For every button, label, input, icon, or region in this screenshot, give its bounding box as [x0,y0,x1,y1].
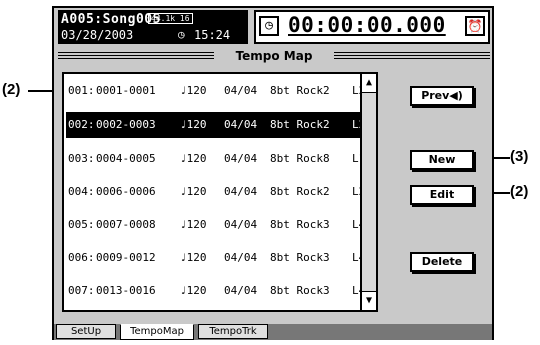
row-meter: 04/04 [224,152,258,165]
tempo-row[interactable]: 007: 0013-0016 ♩120 04/04 8bt Rock3 L4 [66,278,365,304]
row-index: 004: [68,185,95,198]
tab-setup[interactable]: SetUp [56,324,116,339]
time-counter-panel: ◷ 00:00:00.000 ⏰ [254,10,490,44]
title-left-lines [58,52,214,60]
title-bar: Tempo Map [58,48,490,65]
row-meter: 04/04 [224,284,258,297]
tempo-row[interactable]: 001: 0001-0001 ♩120 04/04 8bt Rock2 L2 [66,78,365,104]
time-counter: 00:00:00.000 [288,13,446,37]
song-info-panel: A005:Song005 44.1k 16 03/28/2003 ◷ 15:24 [58,10,248,44]
row-pattern: 8bt Rock2 [270,185,330,198]
tempo-row-selected[interactable]: 002: 0002-0003 ♩120 04/04 8bt Rock2 L2 [66,112,365,138]
tempo-row[interactable]: 006: 0009-0012 ♩120 04/04 8bt Rock3 L4 [66,245,365,271]
row-meter: 04/04 [224,251,258,264]
row-pattern: 8bt Rock2 [270,118,330,131]
song-name: A005:Song005 [61,12,161,27]
row-meter: 04/04 [224,218,258,231]
row-tempo: ♩120 [180,185,207,198]
tempo-map-list[interactable]: 001: 0001-0001 ♩120 04/04 8bt Rock2 L2 0… [62,72,378,312]
row-pattern: 8bt Rock3 [270,251,330,264]
row-tempo: ♩120 [180,218,207,231]
delete-button[interactable]: Delete [410,252,474,272]
row-measure-range: 0006-0006 [96,185,156,198]
counter-mode-icon[interactable]: ◷ [259,16,279,36]
row-tempo: ♩120 [180,152,207,165]
row-measure-range: 0007-0008 [96,218,156,231]
prev-button[interactable]: Prev◀) [410,86,474,106]
title-right-lines [334,52,490,60]
row-index: 001: [68,84,95,97]
row-index: 005: [68,218,95,231]
list-scrollbar[interactable]: ▲ ▼ [360,74,376,310]
row-meter: 04/04 [224,118,258,131]
row-meter: 04/04 [224,84,258,97]
row-index: 006: [68,251,95,264]
row-index: 003: [68,152,95,165]
song-time: 15:24 [194,28,231,42]
row-measure-range: 0002-0003 [96,118,156,131]
row-measure-range: 0009-0012 [96,251,156,264]
new-button[interactable]: New [410,150,474,170]
tab-tempotrk[interactable]: TempoTrk [198,324,268,339]
clock-icon: ◷ [178,28,185,41]
row-pattern: 8bt Rock3 [270,218,330,231]
row-pattern: 8bt Rock2 [270,84,330,97]
row-measure-range: 0004-0005 [96,152,156,165]
row-index: 002: [68,118,95,131]
page-tabs: SetUp TempoMap TempoTrk [54,324,492,340]
callout-edit: (2) [510,183,529,200]
callout-new: (3) [510,148,529,165]
tempo-row[interactable]: 004: 0006-0006 ♩120 04/04 8bt Rock2 L2 [66,179,365,205]
row-tempo: ♩120 [180,251,207,264]
row-pattern: 8bt Rock3 [270,284,330,297]
edit-button[interactable]: Edit [410,185,474,205]
tab-tempomap[interactable]: TempoMap [120,324,194,340]
scroll-down-arrow-icon[interactable]: ▼ [362,291,376,310]
format-badge: 44.1k 16 [148,13,193,24]
row-index: 007: [68,284,95,297]
row-tempo: ♩120 [180,118,207,131]
row-tempo: ♩120 [180,84,207,97]
row-meter: 04/04 [224,185,258,198]
row-measure-range: 0013-0016 [96,284,156,297]
scroll-up-arrow-icon[interactable]: ▲ [362,74,376,93]
tempo-row[interactable]: 005: 0007-0008 ♩120 04/04 8bt Rock3 L4 [66,212,365,238]
callout-list: (2) [2,81,21,98]
page-title: Tempo Map [235,49,313,63]
row-measure-range: 0001-0001 [96,84,156,97]
tempo-row[interactable]: 003: 0004-0005 ♩120 04/04 8bt Rock8 L1 [66,146,365,172]
row-pattern: 8bt Rock8 [270,152,330,165]
alarm-icon[interactable]: ⏰ [465,16,485,36]
song-date: 03/28/2003 [61,28,134,42]
lcd-screen: A005:Song005 44.1k 16 03/28/2003 ◷ 15:24… [52,6,494,340]
row-tempo: ♩120 [180,284,207,297]
